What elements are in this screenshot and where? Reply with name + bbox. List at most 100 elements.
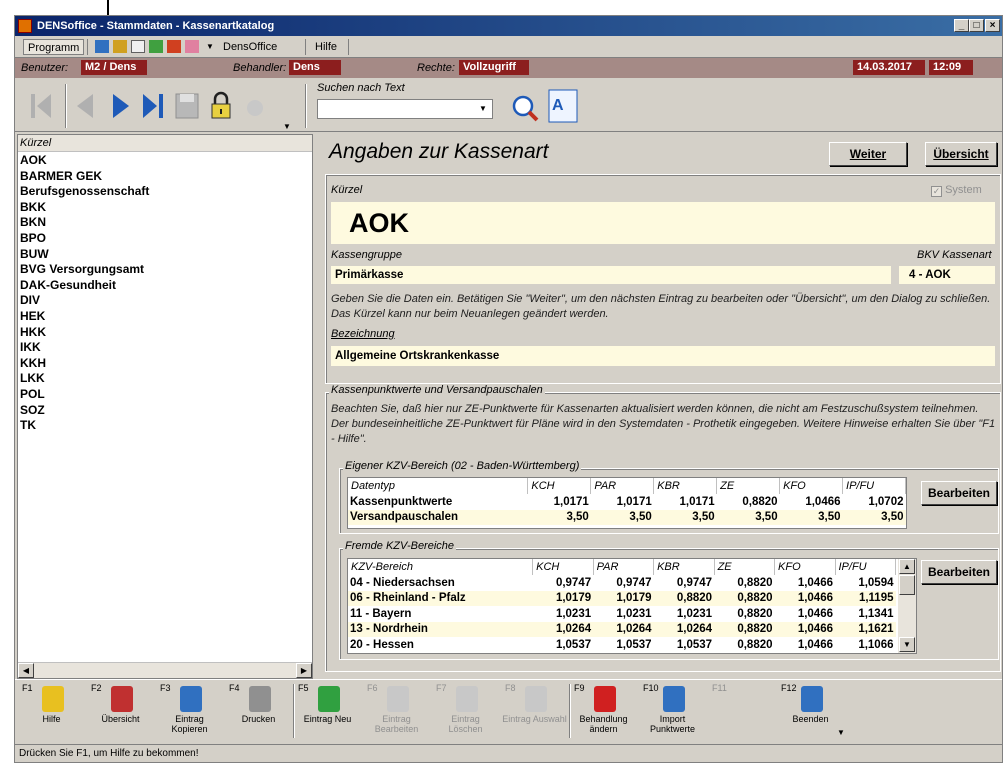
bkv-field[interactable]: 4 - AOK (899, 266, 995, 284)
fkey-f10-button[interactable]: F10 Import Punktwerte (640, 682, 705, 740)
tools-icon[interactable] (113, 40, 127, 53)
text-search-icon[interactable]: A (547, 88, 579, 124)
save-icon[interactable] (173, 88, 201, 124)
column-header[interactable]: ZE (714, 559, 776, 575)
list-item[interactable]: DIV (18, 293, 298, 309)
scroll-thumb[interactable] (899, 575, 915, 595)
list-item[interactable]: TK (18, 418, 298, 434)
kuerzel-field[interactable]: AOK (331, 202, 995, 244)
column-header[interactable]: PAR (593, 559, 655, 575)
list-item[interactable]: SOZ (18, 403, 298, 419)
table-row[interactable]: 20 - Hessen 1,0537 1,0537 1,0537 0,8820 1,046… (348, 637, 896, 653)
minimize-button[interactable]: _ (954, 19, 969, 32)
scroll-right-button[interactable]: ▶ (296, 663, 312, 678)
fkey-f4-button[interactable]: F4 Drucken (226, 682, 291, 740)
chevron-down-icon[interactable]: ▼ (479, 104, 487, 113)
menu-densoffice[interactable]: DensOffice (219, 39, 281, 55)
column-header[interactable]: IP/FU (842, 478, 906, 494)
list-item[interactable]: BPO (18, 231, 298, 247)
column-header[interactable]: KFO (779, 478, 844, 494)
close-button[interactable]: × (985, 19, 1000, 32)
table-row[interactable]: 06 - Rheinland - Pfalz 1,0179 1,0179 0,8820… (348, 590, 896, 606)
list-item[interactable]: KKH (18, 356, 298, 372)
column-header[interactable]: KCH (532, 559, 594, 575)
list-item[interactable]: BUW (18, 247, 298, 263)
table-row[interactable]: Versandpauschalen 3,50 3,50 3,50 3,50 3,50 3,5… (348, 509, 906, 525)
weiter-button[interactable]: Weiter (829, 142, 907, 166)
fkey-f11-button[interactable]: F11 (709, 682, 774, 740)
column-header[interactable]: KCH (527, 478, 592, 494)
horizontal-scrollbar[interactable]: ◀ ▶ (18, 662, 312, 678)
card-icon[interactable] (95, 40, 109, 53)
list-item[interactable]: BVG Versorgungsamt (18, 262, 298, 278)
list-item[interactable]: LKK (18, 371, 298, 387)
scroll-up-button[interactable]: ▲ (899, 559, 915, 574)
bezeichnung-field[interactable]: Allgemeine Ortskrankenkasse (331, 346, 995, 366)
chevron-down-icon[interactable]: ▼ (837, 728, 845, 737)
menu-hilfe[interactable]: Hilfe (311, 39, 341, 55)
list-item[interactable]: BARMER GEK (18, 169, 298, 185)
fkey-f9-button[interactable]: F9 Behandlung ändern (571, 682, 636, 740)
column-header[interactable]: KBR (653, 478, 718, 494)
fkey-f8-button[interactable]: F8 Eintrag Auswahl (502, 682, 567, 740)
uebersicht-button[interactable]: Übersicht (925, 142, 997, 166)
column-header[interactable]: KBR (653, 559, 715, 575)
list-item[interactable]: BKN (18, 215, 298, 231)
fkey-f3-button[interactable]: F3 Eintrag Kopieren (157, 682, 222, 740)
previous-record-icon[interactable] (71, 88, 99, 124)
fkey-f2-button[interactable]: F2 Übersicht (88, 682, 153, 740)
table-row[interactable]: Kassenpunktwerte 1,0171 1,0171 1,0171 0,8820… (348, 494, 906, 510)
list-item[interactable]: AOK (18, 153, 298, 169)
list-item[interactable]: HEK (18, 309, 298, 325)
fkey-f1-button[interactable]: F1 Hilfe (19, 682, 84, 740)
column-header[interactable]: Datentyp (348, 478, 529, 494)
menu-programm[interactable]: Programm (23, 39, 85, 55)
kassengruppe-field[interactable]: Primärkasse (331, 266, 891, 284)
list-item[interactable]: POL (18, 387, 298, 403)
lock-icon[interactable] (207, 88, 235, 124)
people-icon[interactable] (167, 40, 181, 53)
scroll-down-button[interactable]: ▼ (899, 637, 915, 652)
fremde-group-label: Fremde KZV-Bereiche (343, 540, 457, 552)
maximize-button[interactable]: □ (969, 19, 984, 32)
fkey-f5-button[interactable]: F5 Eintrag Neu (295, 682, 360, 740)
column-header[interactable]: ZE (716, 478, 781, 494)
kassenart-list[interactable]: Kürzel AOK BARMER GEK Berufsgenossenschaft… (17, 134, 313, 679)
last-record-icon[interactable] (139, 88, 167, 124)
first-record-icon[interactable] (27, 88, 55, 124)
fremde-table[interactable]: KZV-Bereich KCH PAR KBR ZE KFO IP/FU 04 - Niede… (347, 558, 917, 654)
column-header[interactable]: KZV-Bereich (348, 559, 534, 575)
search-input[interactable] (317, 99, 493, 119)
fkey-f12-button[interactable]: F12 Beenden (778, 682, 843, 740)
list-item[interactable]: HKK (18, 325, 298, 341)
system-checkbox[interactable]: ✓ System (931, 184, 982, 197)
bearbeiten-fremde-button[interactable]: Bearbeiten (921, 560, 997, 584)
fkey-f7-button[interactable]: F7 Eintrag Löschen (433, 682, 498, 740)
list-item[interactable]: Berufsgenossenschaft (18, 184, 298, 200)
list-header[interactable]: Kürzel (18, 135, 312, 152)
column-header[interactable]: IP/FU (835, 559, 896, 575)
column-header[interactable]: PAR (590, 478, 655, 494)
table-row[interactable]: 13 - Nordrhein 1,0264 1,0264 1,0264 0,8820 1,… (348, 621, 896, 637)
vertical-scrollbar[interactable]: ▲ ▼ (898, 559, 916, 653)
list-item[interactable]: DAK-Gesundheit (18, 278, 298, 294)
bearbeiten-eigener-button[interactable]: Bearbeiten (921, 481, 997, 505)
fkey-f6-button[interactable]: F6 Eintrag Bearbeiten (364, 682, 429, 740)
tooth-icon[interactable] (185, 40, 199, 53)
search-icon[interactable] (509, 92, 541, 124)
table-row[interactable]: 11 - Bayern 1,0231 1,0231 1,0231 0,8820 1,046… (348, 606, 896, 622)
chevron-down-icon[interactable]: ▼ (283, 122, 291, 131)
scroll-left-button[interactable]: ◀ (18, 663, 34, 678)
next-record-icon[interactable] (107, 88, 135, 124)
column-header[interactable]: KFO (774, 559, 836, 575)
chart-icon[interactable] (149, 40, 163, 53)
eigener-table[interactable]: Datentyp KCH PAR KBR ZE KFO IP/FU Kassenpunktwe… (347, 477, 907, 529)
chevron-down-icon[interactable]: ▼ (202, 39, 218, 55)
undo-icon[interactable] (241, 88, 269, 124)
list-item[interactable]: BKK (18, 200, 298, 216)
time-display: 12:09 (929, 60, 973, 75)
document-icon[interactable] (131, 40, 145, 53)
punktwerte-group-label: Kassenpunktwerte und Versandpauschalen (329, 384, 545, 396)
table-row[interactable]: 04 - Niedersachsen 0,9747 0,9747 0,9747 0,88… (348, 575, 896, 591)
list-item[interactable]: IKK (18, 340, 298, 356)
